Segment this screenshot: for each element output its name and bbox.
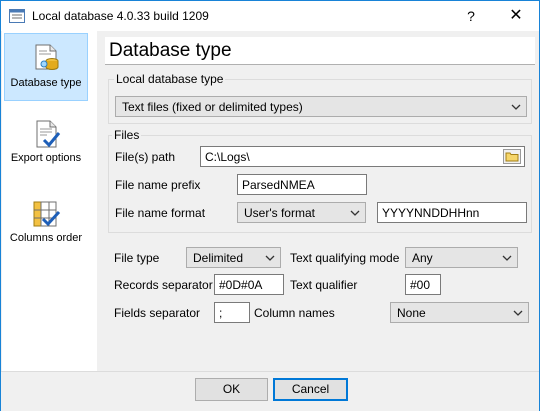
file-name-prefix-label: File name prefix (115, 178, 201, 192)
local-database-type-group: Local database type Text files (fixed or… (108, 72, 532, 124)
sidebar-item-label: Database type (10, 77, 82, 89)
document-check-icon (36, 120, 61, 148)
file-name-format-input[interactable]: YYYYNNDDHHnn (377, 202, 527, 223)
sidebar-item-database-type[interactable]: Database type (4, 33, 88, 101)
chevron-down-icon (513, 310, 523, 316)
file-path-input[interactable]: C:\Logs\ (200, 146, 525, 167)
file-type-label: File type (114, 251, 160, 265)
field-value: #0D#0A (219, 278, 263, 292)
file-name-format-select[interactable]: User's format (237, 202, 366, 223)
file-name-prefix-input[interactable]: ParsedNMEA (237, 174, 367, 195)
dialog-footer: OK Cancel (1, 371, 539, 411)
records-separator-label: Records separator (114, 278, 213, 292)
ok-button[interactable]: OK (195, 378, 268, 401)
title-bar: Local database 4.0.33 build 1209 ? ✕ (1, 1, 539, 31)
group-legend: Files (112, 128, 142, 142)
help-button[interactable]: ? (453, 1, 489, 31)
page-header: Database type (105, 37, 535, 65)
sidebar: Database type Export options Columns ord… (2, 31, 97, 371)
select-value: Delimited (193, 251, 244, 265)
sidebar-item-label: Export options (10, 152, 82, 164)
chevron-down-icon (350, 210, 360, 216)
text-qualifying-mode-select[interactable]: Any (405, 247, 518, 268)
page-title: Database type (109, 40, 232, 61)
select-value: None (397, 306, 426, 320)
text-qualifier-label: Text qualifier (290, 278, 358, 292)
fields-separator-input[interactable]: ; (214, 302, 250, 323)
field-value: ParsedNMEA (242, 178, 315, 192)
local-database-type-select[interactable]: Text files (fixed or delimited types) (115, 96, 527, 117)
columns-check-icon (33, 201, 61, 227)
sidebar-item-columns-order[interactable]: Columns order (4, 199, 88, 253)
sidebar-item-export-options[interactable]: Export options (4, 119, 88, 173)
window-title: Local database 4.0.33 build 1209 (32, 9, 209, 23)
group-legend: Local database type (114, 72, 226, 86)
fields-separator-label: Fields separator (114, 306, 201, 320)
database-icon (35, 44, 59, 70)
text-qualifying-mode-label: Text qualifying mode (290, 251, 400, 265)
column-names-select[interactable]: None (390, 302, 529, 323)
records-separator-input[interactable]: #0D#0A (214, 274, 284, 295)
field-value: ; (219, 306, 223, 320)
field-value: C:\Logs\ (205, 150, 250, 164)
field-value: YYYYNNDDHHnn (382, 206, 480, 220)
file-name-format-label: File name format (115, 206, 206, 220)
cancel-button[interactable]: Cancel (273, 378, 348, 401)
app-icon (9, 9, 25, 23)
field-value: #00 (410, 278, 431, 292)
text-qualifier-input[interactable]: #00 (405, 274, 441, 295)
chevron-down-icon (502, 255, 512, 261)
folder-icon[interactable] (503, 149, 521, 164)
select-value: User's format (244, 206, 315, 220)
files-group: Files File(s) path C:\Logs\ File name pr… (108, 128, 532, 233)
sidebar-item-label: Columns order (9, 232, 83, 244)
column-names-label: Column names (254, 306, 335, 320)
select-value: Any (412, 251, 433, 265)
chevron-down-icon (265, 255, 275, 261)
close-button[interactable]: ✕ (493, 1, 539, 31)
file-path-label: File(s) path (115, 150, 176, 164)
file-type-select[interactable]: Delimited (186, 247, 281, 268)
select-value: Text files (fixed or delimited types) (122, 100, 303, 114)
dialog-window: Local database 4.0.33 build 1209 ? ✕ Dat… (0, 0, 540, 411)
chevron-down-icon (511, 104, 521, 110)
